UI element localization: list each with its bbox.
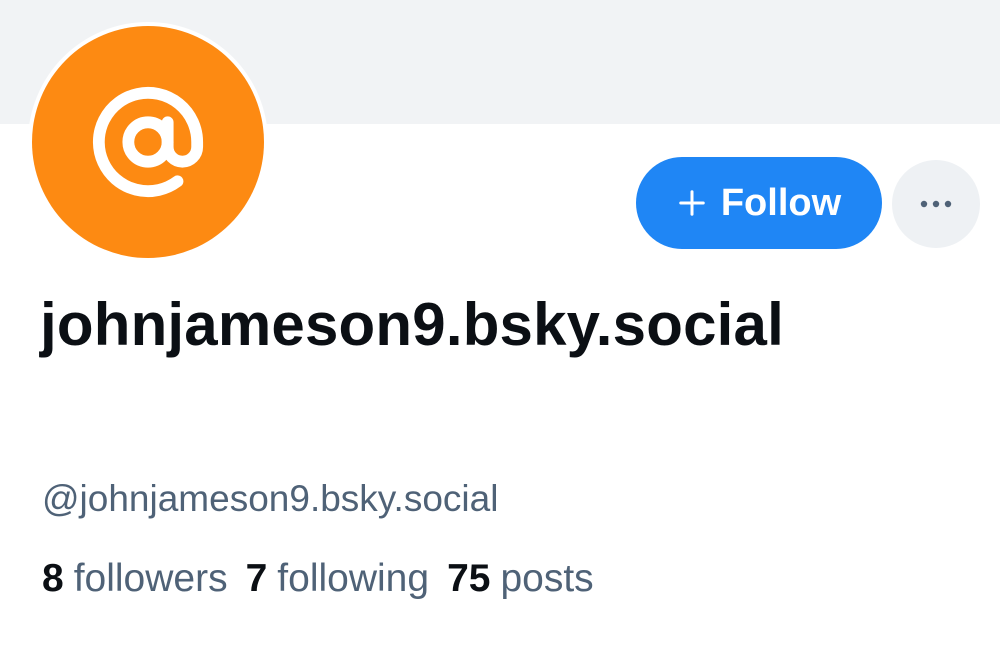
posts-label: posts — [500, 557, 594, 600]
profile-stats: 8 followers 7 following 75 posts — [42, 555, 594, 603]
posts-stat: 75 posts — [447, 555, 594, 603]
followers-stat[interactable]: 8 followers — [42, 555, 228, 603]
follow-button-label: Follow — [720, 181, 842, 224]
profile-handle: @johnjameson9.bsky.social — [42, 478, 499, 519]
following-count: 7 — [245, 557, 268, 600]
followers-count: 8 — [42, 557, 64, 600]
display-name: johnjameson9.bsky.social — [40, 291, 784, 358]
posts-count: 75 — [447, 557, 491, 600]
more-options-button[interactable] — [892, 160, 980, 248]
at-sign-icon — [92, 87, 204, 197]
following-label: following — [277, 557, 430, 600]
profile-page: Follow johnjameson9.bsky.social @johnjam… — [0, 0, 1000, 655]
following-stat[interactable]: 7 following — [246, 555, 429, 603]
plus-icon — [679, 190, 705, 216]
ellipsis-icon — [920, 200, 952, 208]
avatar-image — [32, 26, 264, 258]
follow-button[interactable]: Follow — [636, 157, 882, 249]
avatar[interactable] — [28, 22, 268, 262]
followers-label: followers — [73, 557, 228, 600]
